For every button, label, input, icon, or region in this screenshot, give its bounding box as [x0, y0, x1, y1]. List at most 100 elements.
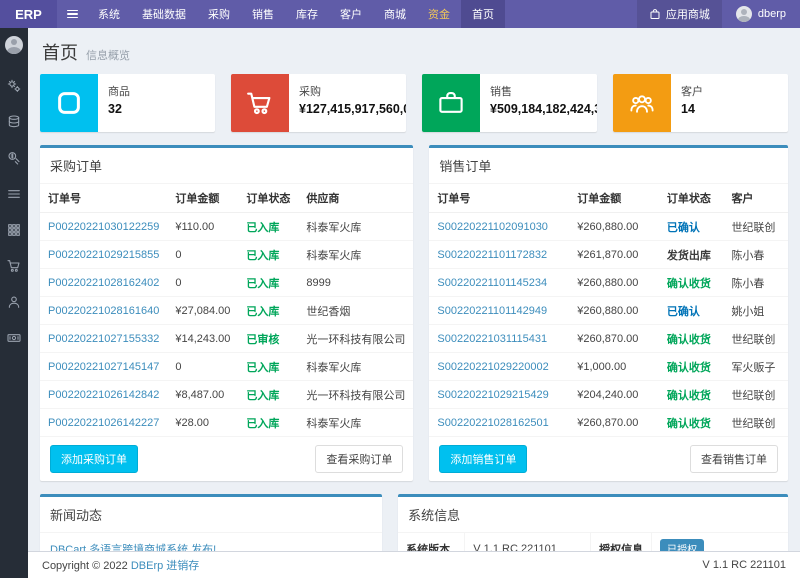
- news-panel: 新闻动态 DBCart 多语言跨境商城系统 发布! 第三方系统订单对接DBERP…: [40, 494, 382, 551]
- shopping-bag-icon: [649, 8, 661, 20]
- order-link[interactable]: P00220221026142227: [48, 417, 159, 429]
- nav-item-basedata[interactable]: 基础数据: [131, 0, 197, 28]
- stat-label: 商品: [108, 83, 130, 99]
- table-row: 系统版本 V 1.1 RC 221101 授权信息 已授权: [398, 533, 788, 551]
- table-row: S00220221029220002 ¥1,000.00 确认收货 军火贩子: [429, 353, 788, 381]
- nav-item-inventory[interactable]: 库存: [285, 0, 329, 28]
- modules-grid-icon[interactable]: [6, 222, 22, 238]
- order-link[interactable]: P00220221028161640: [48, 305, 159, 317]
- table-row: P00220221027155332 ¥14,243.00 已审核 光一环科技有…: [40, 325, 413, 353]
- page-header: 首页 信息概览: [42, 39, 786, 65]
- order-link[interactable]: S00220221101145234: [437, 277, 547, 289]
- finance-icon[interactable]: [6, 150, 22, 166]
- table-row: P00220221026142227 ¥28.00 已入库 科泰军火库: [40, 409, 413, 437]
- add-sales-order-button[interactable]: 添加销售订单: [439, 445, 527, 473]
- nav-item-customer[interactable]: 客户: [329, 0, 373, 28]
- info-row: 新闻动态 DBCart 多语言跨境商城系统 发布! 第三方系统订单对接DBERP…: [40, 494, 788, 551]
- nav-item-mall[interactable]: 商城: [373, 0, 417, 28]
- order-link[interactable]: P00220221028162402: [48, 277, 159, 289]
- system-info-table: 系统版本 V 1.1 RC 221101 授权信息 已授权 PHP版本 7.4.…: [398, 533, 788, 551]
- app-logo[interactable]: ERP: [0, 0, 57, 28]
- stat-value: 32: [108, 102, 130, 116]
- purchase-orders-table: 订单号 订单金额 订单状态 供应商 P00220221030122259 ¥11…: [40, 184, 413, 436]
- order-link[interactable]: P00220221030122259: [48, 221, 159, 233]
- table-row: S00220221102091030 ¥260,880.00 已确认 世纪联创: [429, 213, 788, 241]
- status-badge: 确认收货: [659, 381, 724, 409]
- table-row: P00220221028162402 0 已入库 8999: [40, 269, 413, 297]
- order-link[interactable]: S00220221028162501: [437, 417, 548, 429]
- status-badge: 确认收货: [659, 269, 724, 297]
- copyright: Copyright © 2022 DBErp 进销存: [42, 557, 199, 573]
- status-badge: 已入库: [238, 241, 298, 269]
- app-store-label: 应用商城: [666, 6, 710, 22]
- version-label: V 1.1 RC 221101: [702, 559, 786, 571]
- view-sales-orders-button[interactable]: 查看销售订单: [690, 445, 778, 473]
- stat-card-sales: 销售 ¥509,184,182,424,349.0: [422, 74, 597, 132]
- view-purchase-orders-button[interactable]: 查看采购订单: [315, 445, 403, 473]
- table-row: S00220221028162501 ¥260,870.00 确认收货 世纪联创: [429, 409, 788, 437]
- money-icon[interactable]: [6, 330, 22, 346]
- stat-label: 客户: [681, 83, 703, 99]
- order-link[interactable]: S00220221101172832: [437, 249, 547, 261]
- nav-item-home[interactable]: 首页: [461, 0, 505, 28]
- order-link[interactable]: S00220221101142949: [437, 305, 547, 317]
- menu-lines-icon[interactable]: [6, 186, 22, 202]
- page-subtitle: 信息概览: [86, 47, 130, 63]
- table-header-row: 订单号 订单金额 订单状态 客户: [429, 184, 788, 213]
- status-badge: 确认收货: [659, 353, 724, 381]
- sales-orders-panel: 销售订单 订单号 订单金额 订单状态 客户 S00220221102091030…: [429, 145, 788, 481]
- page-title: 首页: [42, 39, 78, 65]
- page-footer: Copyright © 2022 DBErp 进销存 V 1.1 RC 2211…: [28, 551, 800, 578]
- brand-link[interactable]: DBErp 进销存: [131, 560, 199, 572]
- user-avatar: [736, 6, 752, 22]
- user-menu[interactable]: dberp: [722, 0, 800, 28]
- status-badge: 已确认: [659, 297, 724, 325]
- table-row: P00220221026142842 ¥8,487.00 已入库 光一环科技有限…: [40, 381, 413, 409]
- table-header-row: 订单号 订单金额 订单状态 供应商: [40, 184, 413, 213]
- news-link[interactable]: DBCart 多语言跨境商城系统 发布!: [50, 544, 216, 551]
- order-link[interactable]: S00220221102091030: [437, 221, 548, 233]
- main-content: 首页 信息概览 商品 32 采购 ¥127,415,917,560,032.0: [28, 28, 800, 551]
- briefcase-icon: [422, 74, 480, 132]
- order-link[interactable]: S00220221029220002: [437, 361, 548, 373]
- sidebar-avatar[interactable]: [5, 36, 23, 54]
- stat-value: ¥509,184,182,424,349.0: [490, 102, 597, 116]
- user-icon[interactable]: [6, 294, 22, 310]
- order-link[interactable]: S00220221031115431: [437, 333, 547, 345]
- nav-item-system[interactable]: 系统: [87, 0, 131, 28]
- table-row: P00220221030122259 ¥110.00 已入库 科泰军火库: [40, 213, 413, 241]
- app-store-button[interactable]: 应用商城: [637, 0, 722, 28]
- order-link[interactable]: P00220221029215855: [48, 249, 159, 261]
- stat-value: 14: [681, 102, 703, 116]
- nav-item-sales[interactable]: 销售: [241, 0, 285, 28]
- status-badge: 已审核: [238, 325, 298, 353]
- stat-card-purchase: 采购 ¥127,415,917,560,032.0: [231, 74, 406, 132]
- order-link[interactable]: S00220221029215429: [437, 389, 548, 401]
- username: dberp: [758, 8, 786, 20]
- stat-value: ¥127,415,917,560,032.0: [299, 102, 406, 116]
- add-purchase-order-button[interactable]: 添加采购订单: [50, 445, 138, 473]
- box-icon: [40, 74, 98, 132]
- hamburger-icon: [67, 8, 78, 21]
- nav-item-purchase[interactable]: 采购: [197, 0, 241, 28]
- database-icon[interactable]: [6, 114, 22, 130]
- panel-title: 系统信息: [398, 497, 788, 533]
- order-link[interactable]: P00220221027155332: [48, 333, 159, 345]
- stat-label: 采购: [299, 83, 406, 99]
- status-badge: 已入库: [238, 381, 298, 409]
- sidebar-toggle[interactable]: [57, 0, 87, 28]
- settings-icon[interactable]: [6, 78, 22, 94]
- main-menu: 系统 基础数据 采购 销售 库存 客户 商城 资金 首页: [87, 0, 505, 28]
- order-link[interactable]: P00220221027145147: [48, 361, 159, 373]
- cart-icon[interactable]: [6, 258, 22, 274]
- status-badge: 已确认: [659, 213, 724, 241]
- table-row: S00220221031115431 ¥260,870.00 确认收货 世纪联创: [429, 325, 788, 353]
- status-badge: 发货出库: [659, 241, 724, 269]
- status-badge: 已入库: [238, 213, 298, 241]
- order-link[interactable]: P00220221026142842: [48, 389, 159, 401]
- table-row: S00220221101142949 ¥260,880.00 已确认 姚小姐: [429, 297, 788, 325]
- system-info-panel: 系统信息 系统版本 V 1.1 RC 221101 授权信息 已授权 PHP版本…: [398, 494, 788, 551]
- nav-item-funds[interactable]: 资金: [417, 0, 461, 28]
- status-badge: 已入库: [238, 353, 298, 381]
- table-row: P00220221028161640 ¥27,084.00 已入库 世纪香烟: [40, 297, 413, 325]
